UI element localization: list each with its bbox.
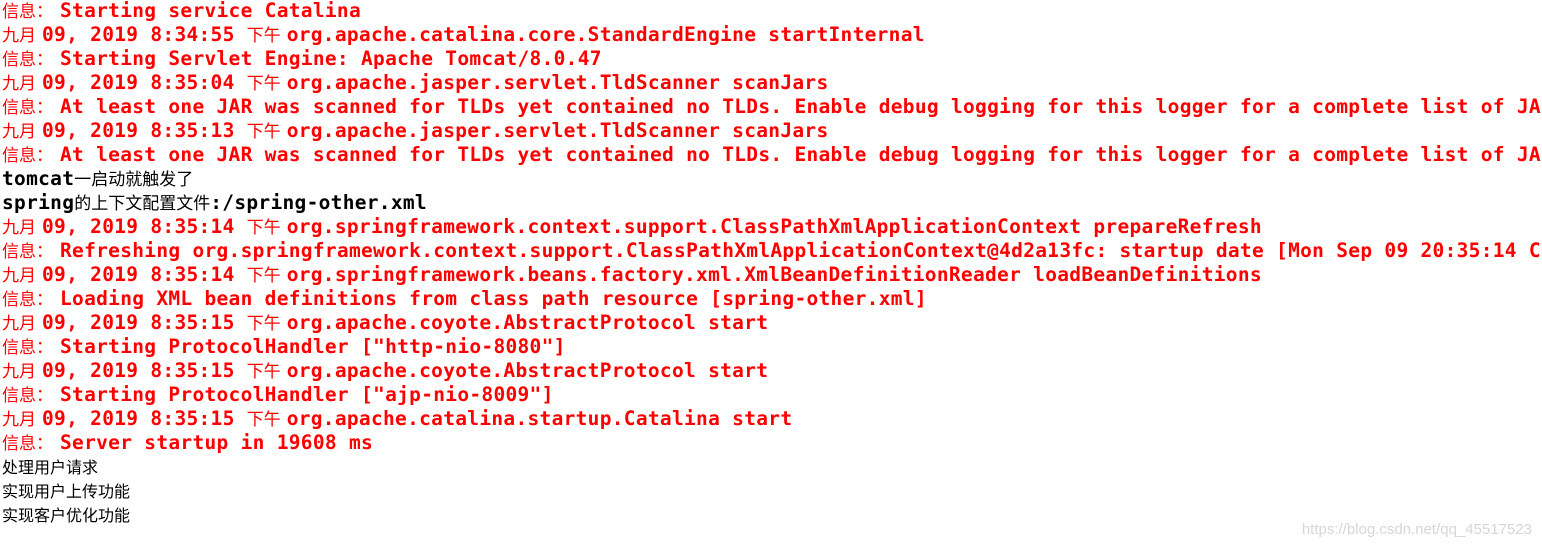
log-time: 09, 2019 8:35:14 (42, 215, 247, 238)
log-level-label: 信息： (2, 338, 53, 358)
log-level-label: 信息： (2, 242, 53, 262)
log-ampm: 下午 (246, 266, 281, 286)
log-month: 九月 (2, 74, 36, 94)
log-message: Refreshing org.springframework.context.s… (60, 239, 1542, 262)
log-ampm: 下午 (246, 410, 281, 430)
log-source: org.springframework.context.support.Clas… (286, 215, 1262, 238)
log-info-line: 信息： At least one JAR was scanned for TLDs… (2, 95, 1542, 119)
log-source: org.apache.coyote.AbstractProtocol start (286, 311, 769, 334)
stdout-line: tomcat一启动就触发了 (2, 167, 1542, 191)
log-ampm: 下午 (246, 314, 281, 334)
log-level-label: 信息： (2, 146, 53, 166)
log-info-line: 信息： Starting ProtocolHandler ["ajp-nio-80… (2, 383, 1542, 407)
log-month: 九月 (2, 314, 36, 334)
log-timestamp-line: 九月 09, 2019 8:35:14 下午 org.springframework… (2, 263, 1542, 287)
stdout-text: 的上下文配置文件 (74, 194, 211, 214)
log-ampm: 下午 (246, 26, 281, 46)
log-source: org.apache.coyote.AbstractProtocol start (286, 359, 769, 382)
log-timestamp-line: 九月 09, 2019 8:35:15 下午 org.apache.coyote.A… (2, 311, 1542, 335)
log-message: Server startup in 19608 ms (60, 431, 374, 454)
log-month: 九月 (2, 362, 36, 382)
log-info-line: 信息： Refreshing org.springframework.contex… (2, 239, 1542, 263)
log-level-label: 信息： (2, 98, 53, 118)
log-timestamp-line: 九月 09, 2019 8:35:14 下午 org.springframework… (2, 215, 1542, 239)
log-message: Starting Servlet Engine: Apache Tomcat/8… (60, 47, 602, 70)
log-time: 09, 2019 8:34:55 (42, 23, 247, 46)
log-time: 09, 2019 8:35:15 (42, 359, 247, 382)
log-month: 九月 (2, 26, 36, 46)
log-month: 九月 (2, 122, 36, 142)
stdout-line: 实现用户上传功能 (2, 479, 1542, 503)
log-time: 09, 2019 8:35:04 (42, 71, 247, 94)
stdout-line: 处理用户请求 (2, 455, 1542, 479)
log-timestamp-line: 九月 09, 2019 8:35:04 下午 org.apache.jasper.s… (2, 71, 1542, 95)
log-source: org.springframework.beans.factory.xml.Xm… (286, 263, 1262, 286)
log-ampm: 下午 (246, 122, 281, 142)
log-time: 09, 2019 8:35:13 (42, 119, 247, 142)
stdout-text: 处理用户请求 (2, 458, 99, 477)
log-month: 九月 (2, 218, 36, 238)
log-month: 九月 (2, 266, 36, 286)
stdout-text: 实现用户上传功能 (2, 482, 131, 501)
log-level-label: 信息： (2, 290, 53, 310)
log-timestamp-line: 九月 09, 2019 8:35:15 下午 org.apache.coyote.A… (2, 359, 1542, 383)
log-info-line: 信息： Starting service Catalina (2, 0, 1542, 23)
log-info-line: 信息： At least one JAR was scanned for TLDs… (2, 143, 1542, 167)
log-time: 09, 2019 8:35:15 (42, 311, 247, 334)
stdout-text: 实现客户优化功能 (2, 506, 131, 525)
log-level-label: 信息： (2, 50, 53, 70)
log-info-line: 信息： Server startup in 19608 ms (2, 431, 1542, 455)
log-message: Starting ProtocolHandler ["ajp-nio-8009"… (60, 383, 554, 406)
log-timestamp-line: 九月 09, 2019 8:35:13 下午 org.apache.jasper.s… (2, 119, 1542, 143)
log-message: At least one JAR was scanned for TLDs ye… (60, 143, 1542, 166)
log-month: 九月 (2, 410, 36, 430)
log-source: org.apache.jasper.servlet.TldScanner sca… (286, 71, 829, 94)
stdout-line: spring的上下文配置文件:/spring-other.xml (2, 191, 1542, 215)
log-time: 09, 2019 8:35:14 (42, 263, 247, 286)
log-message: Starting service Catalina (60, 0, 361, 22)
log-ampm: 下午 (246, 362, 281, 382)
log-timestamp-line: 九月 09, 2019 8:35:15 下午 org.apache.catalina… (2, 407, 1542, 431)
log-level-label: 信息： (2, 386, 53, 406)
log-ampm: 下午 (246, 218, 281, 238)
log-message: Loading XML bean definitions from class … (60, 287, 927, 310)
log-info-line: 信息： Starting Servlet Engine: Apache Tomca… (2, 47, 1542, 71)
stdout-text: 一启动就触发了 (74, 170, 194, 190)
log-level-label: 信息： (2, 434, 53, 454)
stdout-text: spring (2, 191, 75, 214)
log-info-line: 信息： Loading XML bean definitions from cla… (2, 287, 1542, 311)
stdout-text: tomcat (2, 167, 75, 190)
log-message: Starting ProtocolHandler ["http-nio-8080… (60, 335, 566, 358)
stdout-text: :/spring-other.xml (210, 191, 427, 214)
log-level-label: 信息： (2, 2, 53, 22)
log-time: 09, 2019 8:35:15 (42, 407, 247, 430)
log-message: At least one JAR was scanned for TLDs ye… (60, 95, 1542, 118)
log-ampm: 下午 (246, 74, 281, 94)
log-info-line: 信息： Starting ProtocolHandler ["http-nio-8… (2, 335, 1542, 359)
log-timestamp-line: 九月 09, 2019 8:34:55 下午 org.apache.catalina… (2, 23, 1542, 47)
log-source: org.apache.catalina.core.StandardEngine … (286, 23, 925, 46)
log-source: org.apache.jasper.servlet.TldScanner sca… (286, 119, 829, 142)
console-output: 信息： Starting service Catalina 九月 09, 2019 8… (2, 0, 1542, 527)
log-source: org.apache.catalina.startup.Catalina sta… (286, 407, 793, 430)
watermark: https://blog.csdn.net/qq_45517523 (1301, 521, 1532, 538)
